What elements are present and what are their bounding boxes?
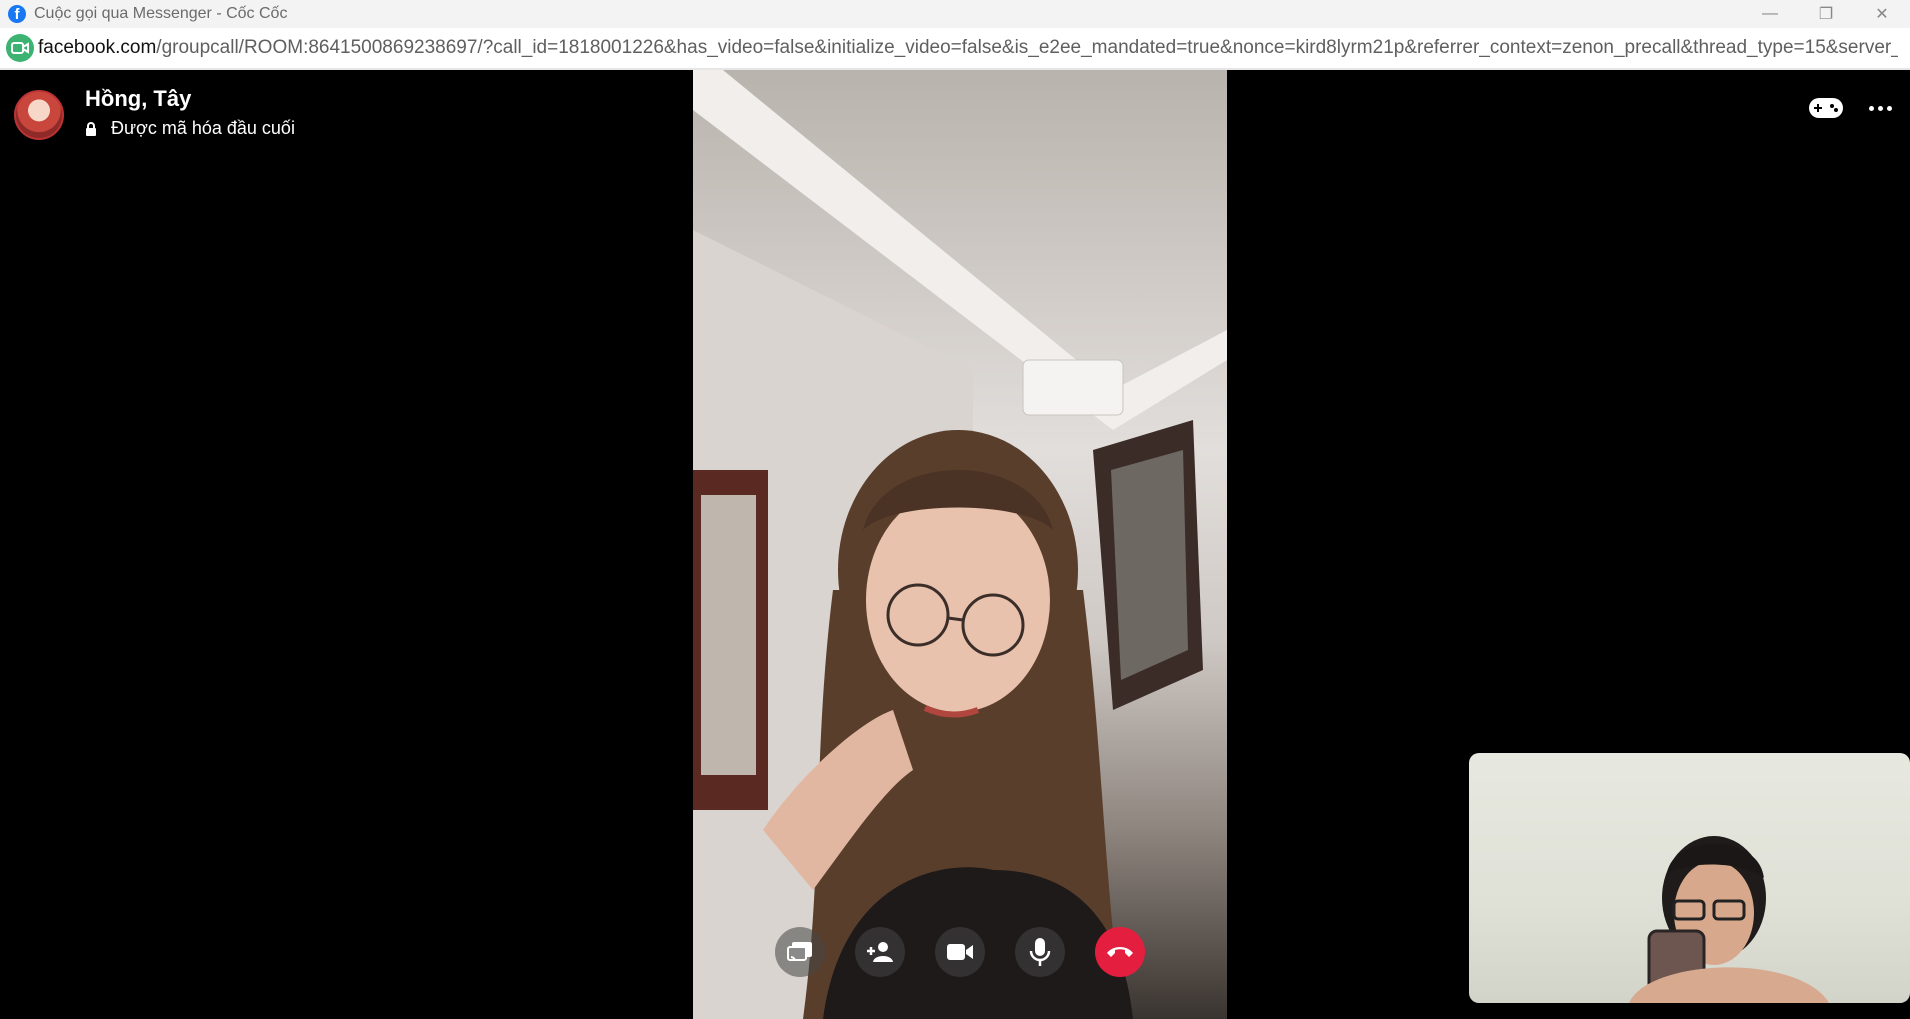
more-options-icon[interactable] xyxy=(1869,105,1892,111)
games-icon[interactable] xyxy=(1809,98,1843,118)
participant-name: Hồng, Tây xyxy=(85,86,192,111)
video-call-icon xyxy=(6,34,34,62)
phone-hangup-icon xyxy=(1107,947,1133,957)
add-person-icon xyxy=(867,942,893,962)
share-screen-button[interactable] xyxy=(775,927,825,977)
remote-video xyxy=(693,70,1227,1019)
encryption-label: Được mã hóa đầu cuối xyxy=(111,118,295,138)
end-call-button[interactable] xyxy=(1095,927,1145,977)
self-view-frame xyxy=(1629,836,1829,1003)
url-path: /groupcall/ROOM:8641500869238697/?call_i… xyxy=(156,37,1898,58)
window-controls: — ❐ ✕ xyxy=(1742,0,1910,28)
call-controls xyxy=(775,927,1145,977)
microphone-icon xyxy=(1029,938,1051,966)
video-toggle-button[interactable] xyxy=(935,927,985,977)
url-host: facebook.com xyxy=(38,37,157,58)
encryption-status: Được mã hóa đầu cuối xyxy=(85,118,295,139)
url-text[interactable]: facebook.com/groupcall/ROOM:864150086923… xyxy=(38,37,1898,59)
avatar[interactable] xyxy=(14,90,64,140)
self-view-video[interactable] xyxy=(1469,753,1910,1003)
window-title: Cuộc gọi qua Messenger - Cốc Cốc xyxy=(34,5,288,22)
facebook-icon: f xyxy=(8,5,26,23)
close-button[interactable]: ✕ xyxy=(1854,0,1910,28)
top-right-actions xyxy=(1809,98,1892,118)
address-bar[interactable]: facebook.com/groupcall/ROOM:864150086923… xyxy=(0,28,1910,70)
window-title-bar: f Cuộc gọi qua Messenger - Cốc Cốc — ❐ ✕ xyxy=(0,0,1910,28)
restore-button[interactable]: ❐ xyxy=(1798,0,1854,28)
video-camera-icon xyxy=(947,944,973,960)
lock-icon xyxy=(86,121,96,136)
microphone-button[interactable] xyxy=(1015,927,1065,977)
add-person-button[interactable] xyxy=(855,927,905,977)
screen-share-icon xyxy=(787,942,812,962)
minimize-button[interactable]: — xyxy=(1742,0,1798,28)
remote-video-frame xyxy=(693,70,1227,1019)
